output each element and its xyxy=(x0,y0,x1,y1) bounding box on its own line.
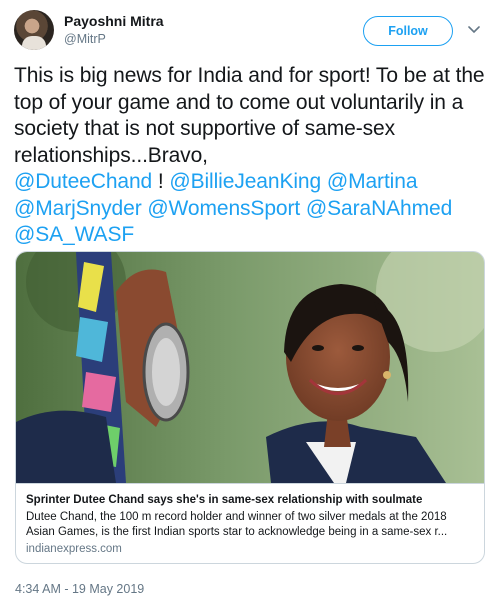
mention-link[interactable]: @WomensSport xyxy=(147,197,300,220)
author-handle[interactable]: @MitrP xyxy=(64,32,106,46)
mention-link[interactable]: @SA_WASF xyxy=(14,223,134,246)
follow-button[interactable]: Follow xyxy=(363,16,453,46)
mention-link[interactable]: @DuteeChand xyxy=(14,170,152,193)
card-description: Dutee Chand, the 100 m record holder and… xyxy=(26,511,448,538)
mention-separator: ! xyxy=(152,170,170,193)
link-preview-card[interactable]: Sprinter Dutee Chand says she's in same-… xyxy=(15,251,485,564)
tweet-body: This is big news for India and for sport… xyxy=(14,64,485,167)
tweet-header: Payoshni Mitra @MitrP Follow xyxy=(14,10,486,56)
author-name[interactable]: Payoshni Mitra xyxy=(64,13,164,29)
mention-link[interactable]: @BillieJeanKing xyxy=(169,170,321,193)
mention-link[interactable]: @Martina xyxy=(327,170,418,193)
tweet-timestamp[interactable]: 4:34 AM - 19 May 2019 xyxy=(15,582,144,596)
card-domain: indianexpress.com xyxy=(26,543,122,555)
chevron-down-icon[interactable] xyxy=(466,22,482,38)
mention-link[interactable]: @MarjSnyder xyxy=(14,197,142,220)
card-title[interactable]: Sprinter Dutee Chand says she's in same-… xyxy=(26,492,476,508)
card-body: Sprinter Dutee Chand says she's in same-… xyxy=(16,483,484,563)
card-photo xyxy=(16,252,484,483)
tweet-text: This is big news for India and for sport… xyxy=(14,63,486,249)
avatar[interactable] xyxy=(14,10,54,50)
mention-link[interactable]: @SaraNAhmed xyxy=(306,197,452,220)
